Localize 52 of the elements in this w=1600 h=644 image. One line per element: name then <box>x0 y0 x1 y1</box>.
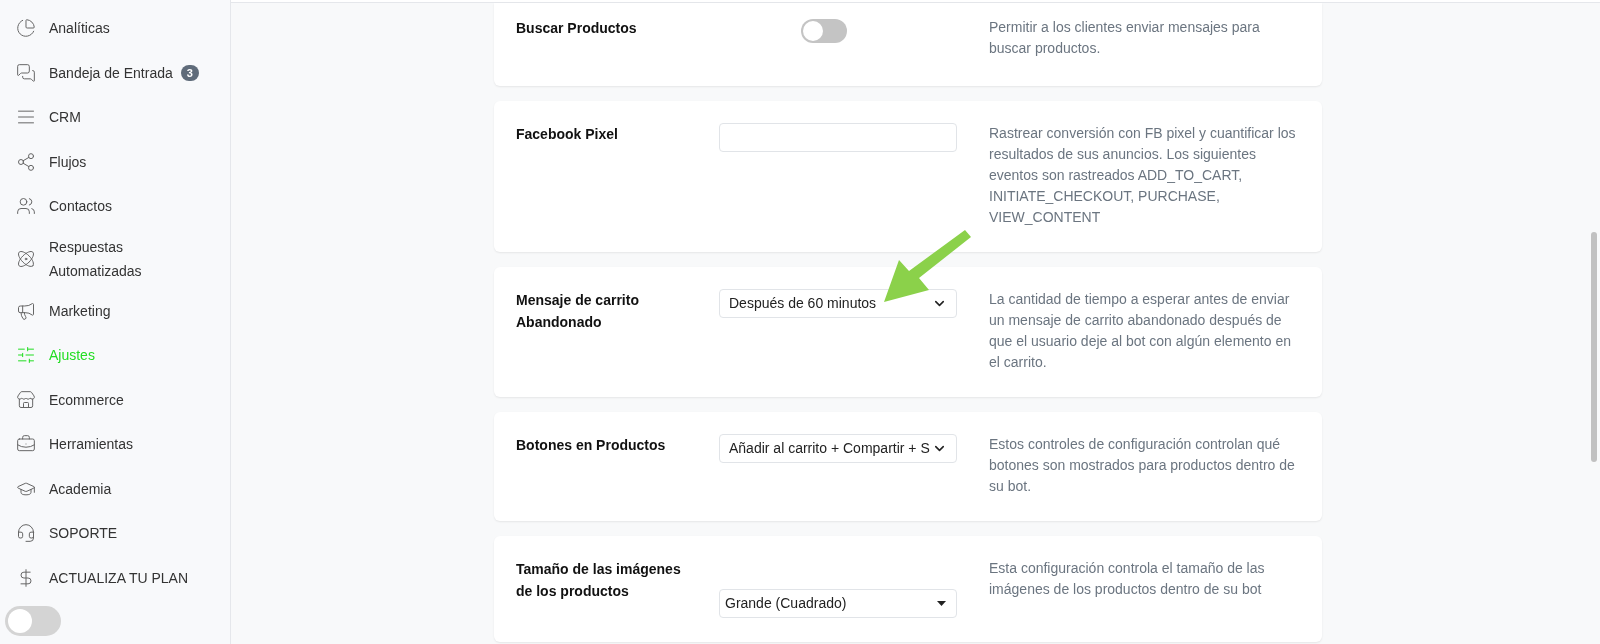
setting-label: Buscar Productos <box>516 19 638 38</box>
sidebar-item[interactable]: CRM <box>0 95 230 140</box>
sidebar-item[interactable]: Analíticas <box>0 6 230 51</box>
setting-description: Esta configuración controla el tamaño de las imágenes de los productos dentro de su bot <box>989 559 1266 599</box>
setting-label: Tamaño de las imágenes de los productos <box>516 560 682 601</box>
select-dropdown[interactable]: Grande (Cuadrado) <box>719 589 957 618</box>
megaphone-icon <box>16 300 36 321</box>
store-icon <box>16 389 36 410</box>
sidebar-item[interactable]: Marketing <box>0 288 230 333</box>
setting-label: Mensaje de carrito Abandonado <box>516 291 640 332</box>
chat-bubbles-icon <box>16 62 36 83</box>
sidebar-item[interactable]: Bandeja de Entrada 3 <box>0 50 230 95</box>
atom-icon <box>16 248 36 269</box>
sidebar-item[interactable]: Contactos <box>0 184 230 229</box>
sidebar-item[interactable]: Flujos <box>0 139 230 184</box>
nodes-icon <box>16 151 36 172</box>
sidebar-label: Ajustes <box>49 346 95 366</box>
sidebar-label: Analíticas <box>49 19 110 39</box>
setting-label: Botones en Productos <box>516 436 667 455</box>
sidebar-item[interactable]: Academia <box>0 466 230 511</box>
sidebar-label: Ecommerce <box>49 390 124 410</box>
select-dropdown[interactable]: Añadir al carrito + Compartir + S <box>719 434 957 463</box>
count-badge: 3 <box>180 64 199 81</box>
sidebar-item[interactable]: Ecommerce <box>0 377 230 422</box>
sidebar-label: Flujos <box>49 152 87 172</box>
sidebar-label: Marketing <box>49 301 111 321</box>
setting-description: Permitir a los clientes enviar mensajes para buscar productos. <box>989 18 1261 58</box>
setting-description: Rastrear conversión con FB pixel y cuantificar los resultados de sus anuncios. Los siguientes eventos son rastreados ADD_TO_CART, INITIATE_CHECKOUT, PURCHASE, VIEW_CONTENT <box>989 124 1297 227</box>
toggle-switch[interactable] <box>801 19 847 43</box>
sidebar-label: Respuestas Automatizadas <box>49 237 143 281</box>
sidebar-label: Bandeja de Entrada <box>49 63 173 83</box>
sidebar-item[interactable]: SOPORTE <box>0 511 230 556</box>
sidebar-label: ACTUALIZA TU PLAN <box>49 568 188 588</box>
sidebar-label: CRM <box>49 108 81 128</box>
sidebar-label: Contactos <box>49 197 113 217</box>
sliders-icon <box>16 345 36 366</box>
sidebar-item[interactable]: ACTUALIZA TU PLAN <box>0 555 230 600</box>
sidebar-label: SOPORTE <box>49 524 118 544</box>
select-dropdown[interactable]: Después de 60 minutos <box>719 289 957 318</box>
sidebar-item[interactable]: Respuestas Automatizadas <box>0 228 230 289</box>
toggle-switch[interactable] <box>5 606 61 636</box>
sidebar-label: Herramientas <box>49 435 134 455</box>
headset-icon <box>16 523 36 544</box>
pie-chart-icon <box>16 18 36 39</box>
setting-description: Estos controles de configuración controlan qué botones son mostrados para productos dentro de su bot. <box>989 435 1296 496</box>
sidebar-label: Academia <box>49 479 112 499</box>
sidebar-item[interactable]: Herramientas <box>0 422 230 467</box>
setting-label: Facebook Pixel <box>516 125 619 144</box>
people-icon <box>16 196 36 217</box>
setting-description: La cantidad de tiempo a esperar antes de enviar un mensaje de carrito abandonado después de que el usuario deje al bot con algún elemento en el carrito. <box>989 290 1292 372</box>
caret-down-icon <box>937 601 946 606</box>
input-field[interactable] <box>719 123 957 152</box>
